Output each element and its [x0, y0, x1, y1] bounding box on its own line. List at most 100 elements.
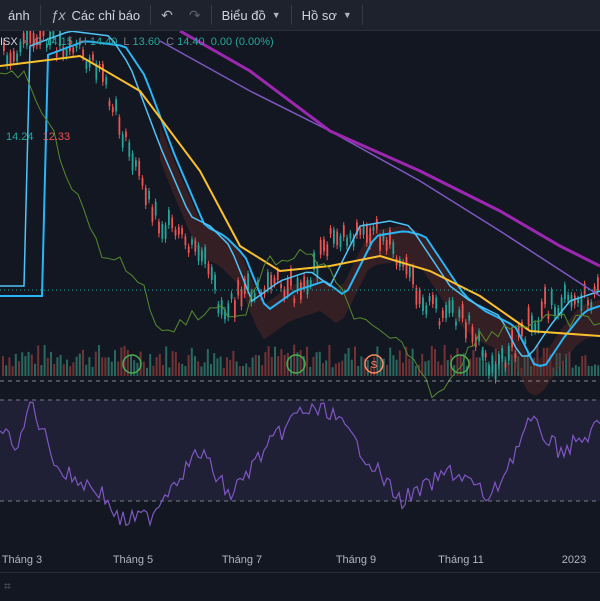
- candle-body: [141, 178, 144, 186]
- candle-body: [108, 100, 111, 107]
- candle-body: [118, 117, 121, 135]
- volume-bar: [168, 367, 171, 376]
- top-toolbar: ánh ƒx Các chỉ báo ↶ ↷ Biểu đồ ▼ Hồ sơ ▼: [0, 0, 600, 31]
- profile-menu[interactable]: Hồ sơ ▼: [294, 0, 360, 31]
- volume-bar: [347, 348, 350, 376]
- candle-body: [131, 153, 134, 171]
- toolbar-item-partial[interactable]: ánh: [0, 0, 38, 31]
- candle-body: [379, 236, 381, 251]
- candle-body: [171, 217, 174, 229]
- volume-bar: [94, 351, 97, 376]
- candle-body: [115, 99, 117, 112]
- candle-body: [567, 294, 570, 301]
- indicators-label: Các chỉ báo: [71, 7, 141, 23]
- candle-body: [65, 49, 68, 56]
- volume-bar: [53, 363, 56, 376]
- time-axis[interactable]: Tháng 3 Tháng 5 Tháng 7 Tháng 9 Tháng 11…: [0, 548, 600, 570]
- volume-bar: [341, 360, 344, 376]
- volume-bar: [11, 366, 14, 376]
- event-marker-label: S: [371, 360, 378, 371]
- candle-body: [161, 224, 164, 239]
- volume-bar: [293, 344, 296, 376]
- price-chart-canvas[interactable]: S: [0, 31, 600, 548]
- volume-bar: [427, 360, 430, 376]
- volume-bar: [200, 366, 203, 376]
- chart-scroll-area[interactable]: ⌗: [0, 572, 600, 601]
- volume-bar: [424, 361, 427, 376]
- volume-bar: [354, 346, 356, 376]
- volume-bar: [62, 364, 65, 376]
- volume-bar: [107, 357, 110, 376]
- volume-bar: [219, 356, 222, 376]
- volume-bar: [187, 355, 190, 376]
- candle-body: [488, 364, 490, 376]
- candle-body: [194, 240, 197, 252]
- indicator-value: 12.33: [42, 131, 71, 143]
- chart-type-menu[interactable]: Biểu đồ ▼: [214, 0, 289, 31]
- toolbar-divider: [290, 5, 292, 25]
- indicator-values: 14.24 12.33: [6, 131, 76, 143]
- undo-button[interactable]: ↶: [153, 0, 181, 31]
- scroll-handle-icon[interactable]: ⌗: [4, 579, 11, 594]
- volume-bar: [581, 356, 584, 376]
- volume-bar: [328, 344, 331, 376]
- candle-body: [465, 322, 467, 339]
- volume-bar: [101, 357, 104, 376]
- volume-bar: [485, 362, 488, 376]
- volume-bar: [277, 356, 280, 376]
- volume-bar: [392, 355, 395, 376]
- volume-bar: [478, 357, 481, 376]
- candle-body: [577, 298, 579, 304]
- candle-body: [154, 201, 157, 216]
- volume-bar: [469, 358, 472, 376]
- volume-bar: [43, 345, 46, 376]
- volume-bar: [30, 354, 33, 376]
- candle-body: [280, 284, 282, 289]
- cloud-area: [160, 124, 600, 396]
- time-axis-label: Tháng 11: [438, 554, 484, 566]
- candle-body: [105, 77, 108, 85]
- candle-body: [187, 246, 190, 253]
- volume-bar: [440, 364, 443, 376]
- volume-bar: [434, 349, 436, 376]
- candle-body: [527, 307, 530, 325]
- candle-body: [540, 301, 543, 318]
- volume-bar: [402, 362, 404, 376]
- volume-bar: [290, 357, 292, 376]
- volume-bar: [91, 366, 94, 376]
- volume-bar: [114, 350, 116, 376]
- indicators-button[interactable]: ƒx Các chỉ báo: [43, 0, 148, 31]
- symbol-label[interactable]: ISX: [0, 36, 18, 48]
- volume-bar: [283, 354, 286, 376]
- candle-body: [597, 277, 599, 291]
- volume-bar: [78, 353, 81, 376]
- volume-bar: [149, 353, 152, 376]
- volume-bar: [446, 359, 449, 376]
- volume-bar: [5, 365, 8, 376]
- toolbar-divider: [150, 5, 152, 25]
- undo-icon: ↶: [161, 6, 173, 23]
- candle-body: [273, 277, 276, 284]
- candle-body: [230, 293, 233, 299]
- candle-body: [468, 315, 471, 321]
- candle-body: [534, 323, 537, 331]
- volume-bar: [386, 364, 388, 376]
- volume-bar: [597, 365, 600, 376]
- candle-body: [319, 239, 322, 255]
- volume-bar: [142, 361, 145, 376]
- volume-bar: [414, 365, 417, 376]
- volume-bar: [430, 345, 433, 376]
- volume-bar: [325, 360, 328, 376]
- volume-bar: [152, 365, 155, 376]
- volume-bar: [162, 364, 164, 376]
- volume-bar: [578, 366, 580, 376]
- volume-bar: [210, 364, 212, 376]
- time-axis-label: Tháng 5: [112, 554, 154, 566]
- candle-body: [425, 305, 428, 315]
- legend-dot: •: [23, 36, 28, 48]
- volume-bar: [568, 351, 571, 376]
- redo-button[interactable]: ↷: [181, 0, 209, 31]
- candle-body: [342, 225, 345, 238]
- volume-bar: [475, 357, 478, 376]
- candle-body: [372, 226, 375, 231]
